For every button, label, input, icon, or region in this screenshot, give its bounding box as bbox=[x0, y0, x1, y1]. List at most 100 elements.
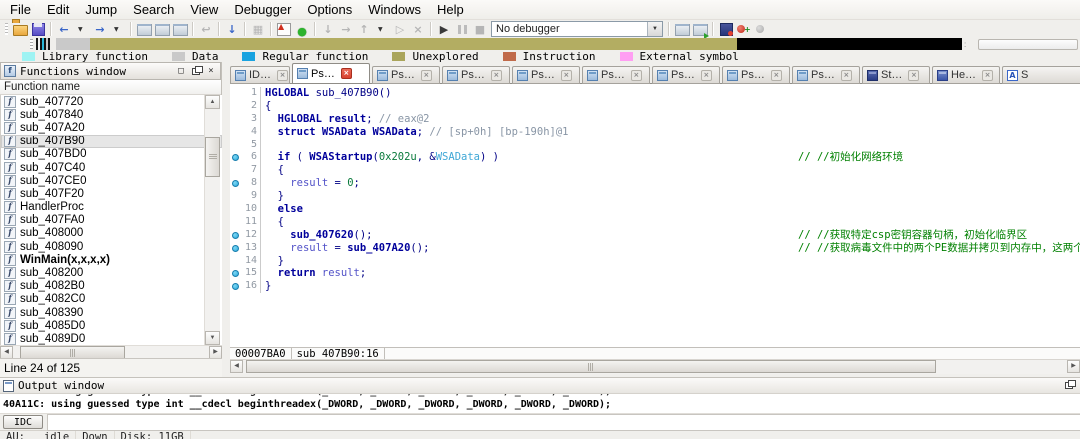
code-line[interactable]: 16} bbox=[230, 280, 1080, 293]
function-list-item[interactable]: fsub_407BD0 bbox=[1, 148, 222, 161]
float-icon[interactable] bbox=[1062, 379, 1076, 392]
scroll-right-icon[interactable]: ▶ bbox=[1067, 360, 1080, 373]
navband-segment-library[interactable] bbox=[56, 38, 90, 50]
back-caret-icon[interactable]: ▼ bbox=[74, 22, 90, 37]
menu-help[interactable]: Help bbox=[429, 1, 472, 18]
idc-button[interactable]: IDC bbox=[3, 415, 43, 429]
run-to-cursor-icon[interactable]: ▷ bbox=[392, 22, 408, 37]
menu-windows[interactable]: Windows bbox=[360, 1, 429, 18]
breakpoint-dot-icon[interactable] bbox=[230, 242, 242, 255]
run-until-return-icon[interactable]: ↑ bbox=[356, 22, 372, 37]
cancel-debug-icon[interactable]: × bbox=[410, 22, 426, 37]
jump-named-icon[interactable] bbox=[136, 22, 152, 37]
function-list-item[interactable]: fsub_407F20 bbox=[1, 187, 222, 200]
function-list-item[interactable]: fsub_408000 bbox=[1, 227, 222, 240]
code-line[interactable]: 14 } bbox=[230, 255, 1080, 268]
breakpoint-delete-icon[interactable] bbox=[754, 22, 770, 37]
select-tool-icon[interactable]: ▦ bbox=[250, 22, 266, 37]
analysis-warning-icon[interactable] bbox=[276, 22, 292, 37]
attach-process-icon[interactable] bbox=[674, 22, 690, 37]
function-list-item[interactable]: fsub_408200 bbox=[1, 266, 222, 279]
code-line[interactable]: 12 sub_407620();// //获取特定csp密钥容器句柄，初始化临界… bbox=[230, 229, 1080, 242]
chevron-down-icon[interactable]: ▼ bbox=[647, 22, 662, 36]
forward-caret-icon[interactable]: ▼ bbox=[110, 22, 126, 37]
code-line[interactable]: 4 struct WSAData WSAData; // [sp+0h] [bp… bbox=[230, 126, 1080, 139]
tab-ps[interactable]: Ps…× bbox=[582, 66, 650, 84]
close-icon[interactable]: × bbox=[771, 70, 782, 81]
tab-he[interactable]: He…× bbox=[932, 66, 1000, 84]
jump-address-icon[interactable]: ↓ bbox=[224, 22, 240, 37]
menu-jump[interactable]: Jump bbox=[77, 1, 125, 18]
close-icon[interactable]: × bbox=[277, 70, 288, 81]
function-list-item[interactable]: fsub_407B90 bbox=[1, 135, 222, 148]
function-list-item[interactable]: fsub_408090 bbox=[1, 240, 222, 253]
close-icon[interactable]: × bbox=[631, 70, 642, 81]
functions-window-titlebar[interactable]: f Functions window □ × bbox=[0, 62, 221, 80]
code-line[interactable]: 8 result = 0; bbox=[230, 177, 1080, 190]
functions-vertical-scrollbar[interactable]: ▲ ▼ bbox=[204, 95, 220, 345]
pseudocode-hscroll-thumb[interactable] bbox=[246, 360, 936, 373]
close-icon[interactable]: × bbox=[982, 70, 993, 81]
return-jump-icon[interactable]: ↩ bbox=[198, 22, 214, 37]
navband-drag-handle[interactable] bbox=[30, 39, 33, 49]
function-list-item[interactable]: fsub_4089D0 bbox=[1, 332, 222, 345]
scroll-left-icon[interactable]: ◀ bbox=[230, 360, 243, 373]
debugger-options-icon[interactable] bbox=[692, 22, 708, 37]
tab-ps[interactable]: Ps…× bbox=[722, 66, 790, 84]
stop-process-icon[interactable]: ■ bbox=[472, 22, 488, 37]
code-line[interactable]: 10 else bbox=[230, 203, 1080, 216]
function-list-item[interactable]: fsub_4082B0 bbox=[1, 280, 222, 293]
menu-options[interactable]: Options bbox=[299, 1, 360, 18]
functions-vscroll-thumb[interactable] bbox=[205, 137, 220, 177]
close-icon[interactable]: × bbox=[908, 70, 919, 81]
function-list-item[interactable]: fsub_407720 bbox=[1, 95, 222, 108]
close-icon[interactable]: × bbox=[701, 70, 712, 81]
function-list-item[interactable]: fsub_407C40 bbox=[1, 161, 222, 174]
menu-view[interactable]: View bbox=[182, 1, 226, 18]
menu-search[interactable]: Search bbox=[125, 1, 182, 18]
function-list-item[interactable]: fsub_407A20 bbox=[1, 121, 222, 134]
code-line[interactable]: 3 HGLOBAL result; // eax@2 bbox=[230, 113, 1080, 126]
tab-ps[interactable]: Ps…× bbox=[292, 63, 370, 84]
jump-segment-icon[interactable] bbox=[172, 22, 188, 37]
tab-ps[interactable]: Ps…× bbox=[442, 66, 510, 84]
function-list-item[interactable]: fsub_408390 bbox=[1, 306, 222, 319]
code-line[interactable]: 15 return result; bbox=[230, 267, 1080, 280]
breakpoint-dot-icon[interactable] bbox=[230, 177, 242, 190]
breakpoint-add-icon[interactable] bbox=[736, 22, 752, 37]
open-icon[interactable] bbox=[12, 22, 28, 37]
breakpoint-dot-icon[interactable] bbox=[230, 267, 242, 280]
cli-input[interactable] bbox=[47, 414, 1080, 431]
close-icon[interactable]: × bbox=[204, 65, 218, 78]
back-icon[interactable]: ← bbox=[56, 22, 72, 37]
close-icon[interactable]: × bbox=[421, 70, 432, 81]
breakpoint-window-icon[interactable] bbox=[718, 22, 734, 37]
start-process-icon[interactable]: ▶ bbox=[436, 22, 452, 37]
function-list-item[interactable]: fsub_4085D0 bbox=[1, 319, 222, 332]
code-line[interactable]: 2{ bbox=[230, 100, 1080, 113]
function-list-item[interactable]: fsub_407FA0 bbox=[1, 214, 222, 227]
step-over-icon[interactable]: → bbox=[338, 22, 354, 37]
tab-s[interactable]: S bbox=[1002, 66, 1080, 84]
pseudocode-view[interactable]: 1HGLOBAL sub_407B90()2{3 HGLOBAL result;… bbox=[230, 84, 1080, 347]
breakpoint-dot-icon[interactable] bbox=[230, 280, 242, 293]
pause-process-icon[interactable] bbox=[454, 22, 470, 37]
debug-caret-icon[interactable]: ▼ bbox=[374, 22, 390, 37]
tab-ps[interactable]: Ps…× bbox=[372, 66, 440, 84]
forward-icon[interactable]: → bbox=[92, 22, 108, 37]
tab-ps[interactable]: Ps…× bbox=[512, 66, 580, 84]
scroll-up-icon[interactable]: ▲ bbox=[205, 95, 220, 109]
functions-horizontal-scrollbar[interactable]: ◀ ▶ bbox=[0, 345, 222, 359]
code-line[interactable]: 1HGLOBAL sub_407B90() bbox=[230, 87, 1080, 100]
menu-file[interactable]: File bbox=[2, 1, 39, 18]
tab-ps[interactable]: Ps…× bbox=[652, 66, 720, 84]
code-line[interactable]: 6 if ( WSAStartup(0x202u, &WSAData) )// … bbox=[230, 151, 1080, 164]
toolbar-drag-handle[interactable] bbox=[5, 23, 8, 35]
function-list-item[interactable]: fsub_407840 bbox=[1, 108, 222, 121]
close-icon[interactable]: × bbox=[341, 68, 352, 79]
menu-debugger[interactable]: Debugger bbox=[226, 1, 299, 18]
debugger-select[interactable]: No debugger▼ bbox=[491, 21, 663, 37]
code-line[interactable]: 11 { bbox=[230, 216, 1080, 229]
output-log[interactable]: 40A11C: using guessed type int __cdecl b… bbox=[0, 394, 1080, 414]
code-line[interactable]: 7 { bbox=[230, 164, 1080, 177]
